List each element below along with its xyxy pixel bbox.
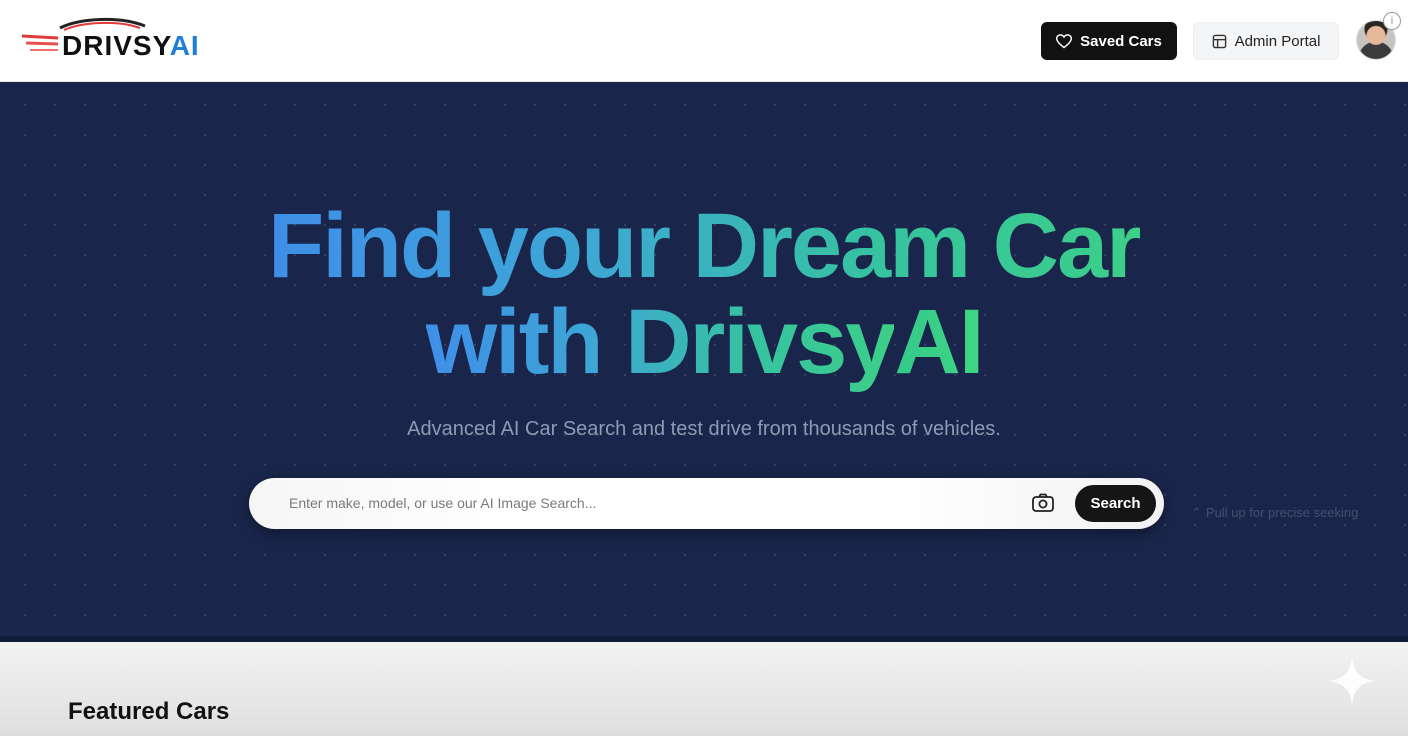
admin-portal-label: Admin Portal	[1234, 32, 1321, 50]
search-hint: ⌃ Pull up for precise seeking	[1191, 505, 1358, 521]
headline-ai-word: AI	[894, 291, 984, 393]
hint-text: Pull up for precise seeking	[1205, 505, 1359, 520]
featured-section: Featured Cars	[0, 642, 1408, 736]
layout-icon	[1212, 34, 1226, 48]
hero-section: Find your Dream Car with DrivsyAI Advanc…	[0, 82, 1408, 642]
site-header: DRIVSYAI Saved Cars Admin Portal i	[0, 0, 1408, 82]
heart-icon	[1056, 33, 1073, 48]
admin-portal-button[interactable]: Admin Portal	[1193, 22, 1339, 60]
search-bar: Search	[249, 478, 1164, 529]
featured-cars-title: Featured Cars	[68, 698, 230, 725]
headline-line-2: with Drivsy	[425, 291, 897, 393]
double-chevron-up-icon: ⌃	[1191, 505, 1202, 520]
hero-headline: Find your Dream Car with DrivsyAI	[0, 198, 1408, 390]
hero-subtitle: Advanced AI Car Search and test drive fr…	[407, 418, 1001, 440]
drivsyai-logo[interactable]: DRIVSYAI	[20, 16, 220, 66]
info-icon[interactable]: i	[1383, 12, 1401, 30]
saved-cars-button[interactable]: Saved Cars	[1041, 22, 1177, 60]
sparkle-icon	[1328, 657, 1376, 705]
search-button[interactable]: Search	[1075, 485, 1156, 522]
logo-text: DRIVSYAI	[62, 30, 200, 61]
headline-line-1: Find your Dream Car	[268, 195, 1142, 297]
search-input[interactable]	[289, 491, 989, 515]
camera-icon[interactable]	[1031, 492, 1055, 514]
saved-cars-label: Saved Cars	[1080, 32, 1162, 50]
